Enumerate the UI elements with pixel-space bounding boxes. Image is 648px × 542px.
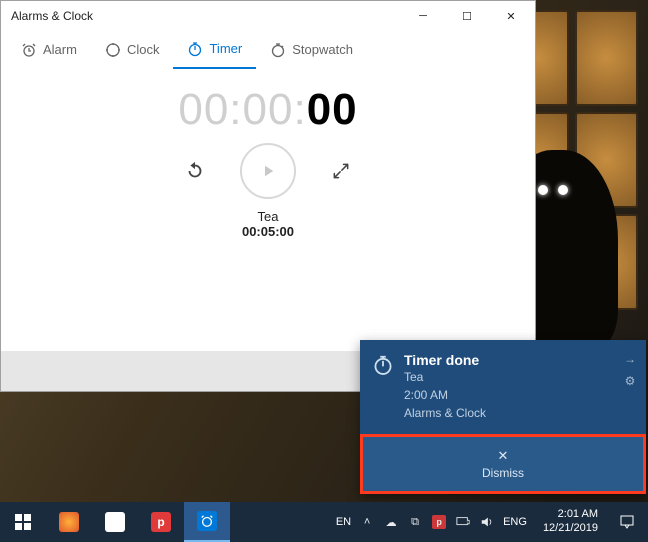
clock-icon [105, 42, 121, 58]
reset-button[interactable] [184, 160, 206, 182]
timer-icon [372, 354, 394, 376]
tab-strip: Alarm Clock Timer Stopwatch [1, 31, 535, 69]
timer-icon [187, 41, 203, 57]
close-button[interactable]: ✕ [489, 1, 533, 31]
tray-network-icon[interactable] [455, 514, 471, 530]
timer-panel: 00:00:00 Tea 00:05:00 [1, 69, 535, 351]
toast-settings-icon[interactable]: ⚙ [625, 374, 636, 388]
start-button[interactable] [0, 502, 46, 542]
timer-duration: 00:05:00 [242, 224, 294, 239]
toast-app: Alarms & Clock [404, 404, 614, 422]
taskbar-app-firefox[interactable] [46, 502, 92, 542]
tray-dropbox-icon[interactable]: ⧉ [407, 514, 423, 530]
close-icon: ✕ [498, 448, 509, 464]
timer-readout: 00:00:00 [178, 85, 357, 135]
taskbar-clock[interactable]: 2:01 AM 12/21/2019 [535, 508, 606, 536]
action-center-button[interactable] [606, 502, 648, 542]
tray-lang-full[interactable]: ENG [503, 516, 527, 528]
tab-stopwatch[interactable]: Stopwatch [256, 31, 367, 69]
timer-zero-part: 00:00: [178, 85, 306, 134]
timer-seconds-part: 00 [307, 85, 358, 134]
tray-onedrive-icon[interactable]: ☁ [383, 514, 399, 530]
timer-name: Tea [242, 209, 294, 224]
expand-button[interactable] [330, 160, 352, 182]
tab-timer[interactable]: Timer [173, 31, 256, 69]
minimize-button[interactable]: ─ [401, 1, 445, 31]
toast-title: Timer done [404, 352, 614, 368]
alarms-clock-window: Alarms & Clock ─ ☐ ✕ Alarm Clock Timer S… [0, 0, 536, 392]
taskbar-app-p[interactable]: p [138, 502, 184, 542]
alarm-icon [21, 42, 37, 58]
play-button[interactable] [240, 143, 296, 199]
system-tray[interactable]: EN ˄ ☁ ⧉ p ENG [328, 514, 535, 530]
tray-lang-short[interactable]: EN [336, 516, 351, 528]
tray-volume-icon[interactable] [479, 514, 495, 530]
tab-clock[interactable]: Clock [91, 31, 174, 69]
tab-alarm[interactable]: Alarm [7, 31, 91, 69]
tab-label: Timer [209, 41, 242, 56]
taskbar-time: 2:01 AM [543, 508, 598, 522]
timer-info[interactable]: Tea 00:05:00 [242, 209, 294, 239]
dismiss-label: Dismiss [482, 466, 524, 480]
tray-chevron-icon[interactable]: ˄ [359, 514, 375, 530]
stopwatch-icon [270, 42, 286, 58]
taskbar[interactable]: p EN ˄ ☁ ⧉ p ENG 2:01 AM 12/21/2019 [0, 502, 648, 542]
toast-line1: Tea [404, 368, 614, 386]
taskbar-app-slack[interactable] [92, 502, 138, 542]
annotation-highlight: ✕ Dismiss [360, 434, 646, 494]
tray-app-p-icon[interactable]: p [431, 514, 447, 530]
dismiss-button[interactable]: ✕ Dismiss [363, 437, 643, 491]
toast-arrow-icon[interactable]: → [624, 352, 636, 366]
taskbar-date: 12/21/2019 [543, 522, 598, 536]
taskbar-app-alarms[interactable] [184, 502, 230, 542]
maximize-button[interactable]: ☐ [445, 1, 489, 31]
window-title: Alarms & Clock [11, 9, 401, 23]
tab-label: Clock [127, 42, 160, 57]
tab-label: Alarm [43, 42, 77, 57]
toast-line2: 2:00 AM [404, 386, 614, 404]
tab-label: Stopwatch [292, 42, 353, 57]
notification-toast[interactable]: Timer done Tea 2:00 AM Alarms & Clock → … [360, 340, 646, 494]
titlebar[interactable]: Alarms & Clock ─ ☐ ✕ [1, 1, 535, 31]
